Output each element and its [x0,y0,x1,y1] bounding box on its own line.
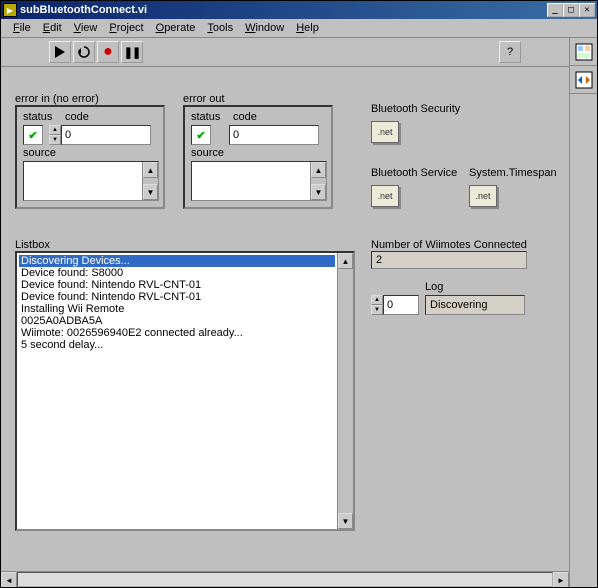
menu-view[interactable]: View [68,20,104,36]
error-in-label: error in (no error) [15,93,165,105]
maximize-button[interactable]: □ [563,3,579,17]
front-panel: error in (no error) status code ✔ ▲▼ 0 [1,67,569,571]
error-out-cluster: status code ✔ ▲▼ 0 source [183,105,333,209]
listbox-scrollbar[interactable]: ▲ ▼ [337,253,353,529]
error-out-code-field: 0 [229,125,319,145]
error-out-status-led: ✔ [191,125,211,145]
log-label: Log [425,281,443,293]
listbox-item[interactable]: Installing Wii Remote [19,303,335,315]
scroll-track[interactable] [17,572,553,587]
scroll-up-icon[interactable]: ▲ [311,162,326,178]
listbox-item[interactable]: 5 second delay... [19,339,335,351]
menu-file[interactable]: File [7,20,37,36]
error-out-source-label: source [191,147,325,159]
scroll-up-icon[interactable]: ▲ [338,253,353,269]
bt-service-label: Bluetooth Service [371,167,457,179]
vi-icon: ▶ [3,3,17,17]
toolbar: ● ❚❚ ? [1,38,569,66]
error-in-code-field[interactable]: 0 [61,125,151,145]
window-title: subBluetoothConnect.vi [20,4,547,16]
listbox-item[interactable]: Device found: S8000 [19,267,335,279]
menu-help[interactable]: Help [290,20,325,36]
log-index-field[interactable]: 0 [383,295,419,315]
menubar: File Edit View Project Operate Tools Win… [1,19,597,38]
bt-service-ref[interactable]: .net [371,185,399,207]
bt-security-label: Bluetooth Security [371,103,460,115]
error-in-cluster: status code ✔ ▲▼ 0 source [15,105,165,209]
icon-pane [569,38,597,587]
connector-pane-icon[interactable] [570,38,597,66]
close-button[interactable]: ✕ [579,3,595,17]
error-out-status-label: status [191,111,227,123]
error-out-code-label: code [233,111,257,123]
timespan-ref[interactable]: .net [469,185,497,207]
scroll-down-icon[interactable]: ▼ [338,513,353,529]
scroll-down-icon[interactable]: ▼ [143,184,158,200]
listbox-item[interactable]: Device found: Nintendo RVL-CNT-01 [19,291,335,303]
scroll-right-icon[interactable]: ► [553,572,569,587]
listbox-item[interactable]: 0025A0ADBA5A [19,315,335,327]
listbox-item[interactable]: Device found: Nintendo RVL-CNT-01 [19,279,335,291]
scroll-down-icon[interactable]: ▼ [311,184,326,200]
spin-up-icon[interactable]: ▲ [371,295,383,305]
scroll-up-icon[interactable]: ▲ [143,162,158,178]
menu-project[interactable]: Project [103,20,149,36]
menu-window[interactable]: Window [239,20,290,36]
error-in-source[interactable]: ▲ ▼ [23,161,159,201]
scrollbar[interactable]: ▲ ▼ [142,162,158,200]
vi-icon-editor-icon[interactable] [570,66,597,94]
abort-button[interactable]: ● [97,41,119,63]
listbox[interactable]: Discovering Devices...Device found: S800… [15,251,355,531]
horizontal-scrollbar[interactable]: ◄ ► [1,571,569,587]
timespan-label: System.Timespan [469,167,557,179]
error-in-code-label: code [65,111,89,123]
error-out-source: ▲ ▼ [191,161,327,201]
titlebar: ▶ subBluetoothConnect.vi _ □ ✕ [1,1,597,19]
spin-down-icon[interactable]: ▼ [371,305,383,315]
error-in-source-label: source [23,147,157,159]
bt-security-ref[interactable]: .net [371,121,399,143]
error-in-code[interactable]: ▲▼ 0 [49,125,151,145]
error-out-label: error out [183,93,333,105]
error-in-status-led[interactable]: ✔ [23,125,43,145]
vi-window: ▶ subBluetoothConnect.vi _ □ ✕ File Edit… [0,0,598,588]
log-index[interactable]: ▲▼ 0 [371,295,419,315]
run-button[interactable] [49,41,71,63]
spin-up-icon[interactable]: ▲ [49,125,61,135]
run-continuous-button[interactable] [73,41,95,63]
menu-tools[interactable]: Tools [201,20,239,36]
error-in-status-label: status [23,111,59,123]
wiimotes-label: Number of Wiimotes Connected [371,239,527,251]
scroll-left-icon[interactable]: ◄ [1,572,17,587]
listbox-label: Listbox [15,239,355,251]
pause-button[interactable]: ❚❚ [121,41,143,63]
error-out-code: ▲▼ 0 [217,125,319,145]
listbox-item[interactable]: Wiimote: 0026596940E2 connected already.… [19,327,335,339]
menu-operate[interactable]: Operate [150,20,202,36]
scrollbar[interactable]: ▲ ▼ [310,162,326,200]
minimize-button[interactable]: _ [547,3,563,17]
wiimotes-value: 2 [371,251,527,269]
listbox-item[interactable]: Discovering Devices... [19,255,335,267]
context-help-button[interactable]: ? [499,41,521,63]
log-value: Discovering [425,295,525,315]
spin-down-icon[interactable]: ▼ [49,135,61,145]
menu-edit[interactable]: Edit [37,20,68,36]
